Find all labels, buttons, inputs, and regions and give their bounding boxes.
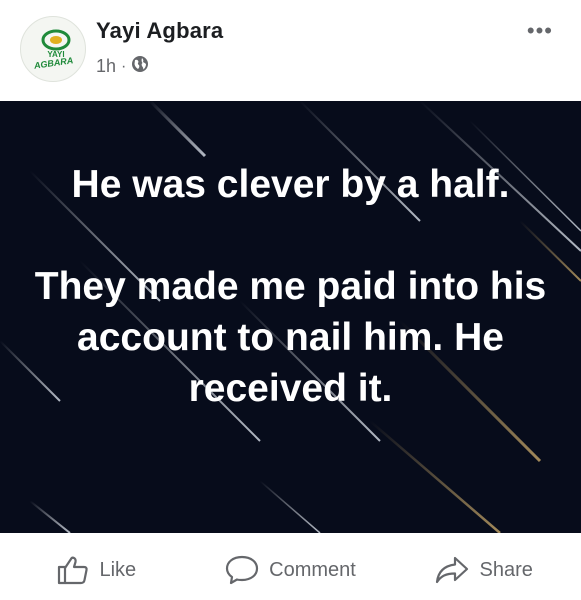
share-label: Share [479, 558, 533, 581]
author-name[interactable]: Yayi Agbara [96, 18, 223, 44]
like-button[interactable]: Like [0, 555, 194, 585]
meta-separator: · [121, 57, 127, 75]
like-label: Like [99, 558, 137, 581]
share-arrow-icon [435, 555, 469, 585]
comment-label: Comment [269, 558, 356, 581]
post-time[interactable]: 1h [96, 56, 116, 77]
globe-icon[interactable] [131, 55, 149, 78]
more-options-button[interactable]: ••• [527, 20, 553, 42]
avatar[interactable]: YAYI AGBARA [20, 16, 86, 82]
post-text-line-2: They made me paid into his account to na… [34, 265, 547, 410]
yayi-agbara-logo: YAYI AGBARA [32, 29, 74, 71]
post-text: He was clever by a half. They made me pa… [30, 159, 551, 414]
comment-button[interactable]: Comment [194, 555, 388, 585]
thumbs-up-icon [57, 555, 89, 585]
comment-icon [225, 555, 259, 585]
share-button[interactable]: Share [387, 555, 581, 585]
post-meta: 1h · [96, 55, 149, 78]
post-image[interactable]: He was clever by a half. They made me pa… [0, 101, 581, 533]
svg-text:AGBARA: AGBARA [32, 55, 73, 71]
post-action-bar: Like Comment Share [0, 540, 581, 600]
post-header: YAYI AGBARA Yayi Agbara 1h · ••• [0, 0, 581, 100]
post-text-line-1: He was clever by a half. [71, 163, 510, 206]
facebook-post: YAYI AGBARA Yayi Agbara 1h · ••• He was … [0, 0, 581, 600]
